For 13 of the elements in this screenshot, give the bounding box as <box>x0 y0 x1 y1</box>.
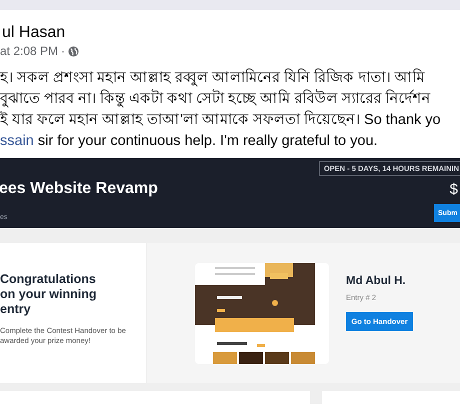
post-time[interactable]: at 2:08 PM <box>0 44 58 58</box>
post-text: বুঝাতে পারব না। কিন্তু একটা কথা সেটা হচ্ছে আমি রবিউল স্যারের নির্দেশন <box>0 89 432 110</box>
post-text: ই যার ফলে মহান আল্লাহ তাআ'লা আমাকে সফলতা দিয়েছেন। So thank yo <box>0 110 442 130</box>
prize-amount: $ <box>450 181 458 198</box>
separator-dot: · <box>61 44 66 58</box>
post-text: হ। সকল প্রশংসা মহান আল্লাহ রব্বুল আলামিনের যিনি রিজিক দাতা। আমি <box>0 68 426 88</box>
profile-link[interactable]: ssain <box>0 133 34 149</box>
contest-title: ees Website Revamp <box>0 180 158 198</box>
winner-name: Md Abul H. <box>346 275 407 287</box>
globe-icon <box>68 46 80 56</box>
congrats-title: Congratulations on your winning entry <box>0 272 98 317</box>
author-name[interactable]: ul Hasan <box>2 23 460 43</box>
post-text: ssain sir for your continuous help. I'm really grateful to you. <box>0 132 379 151</box>
